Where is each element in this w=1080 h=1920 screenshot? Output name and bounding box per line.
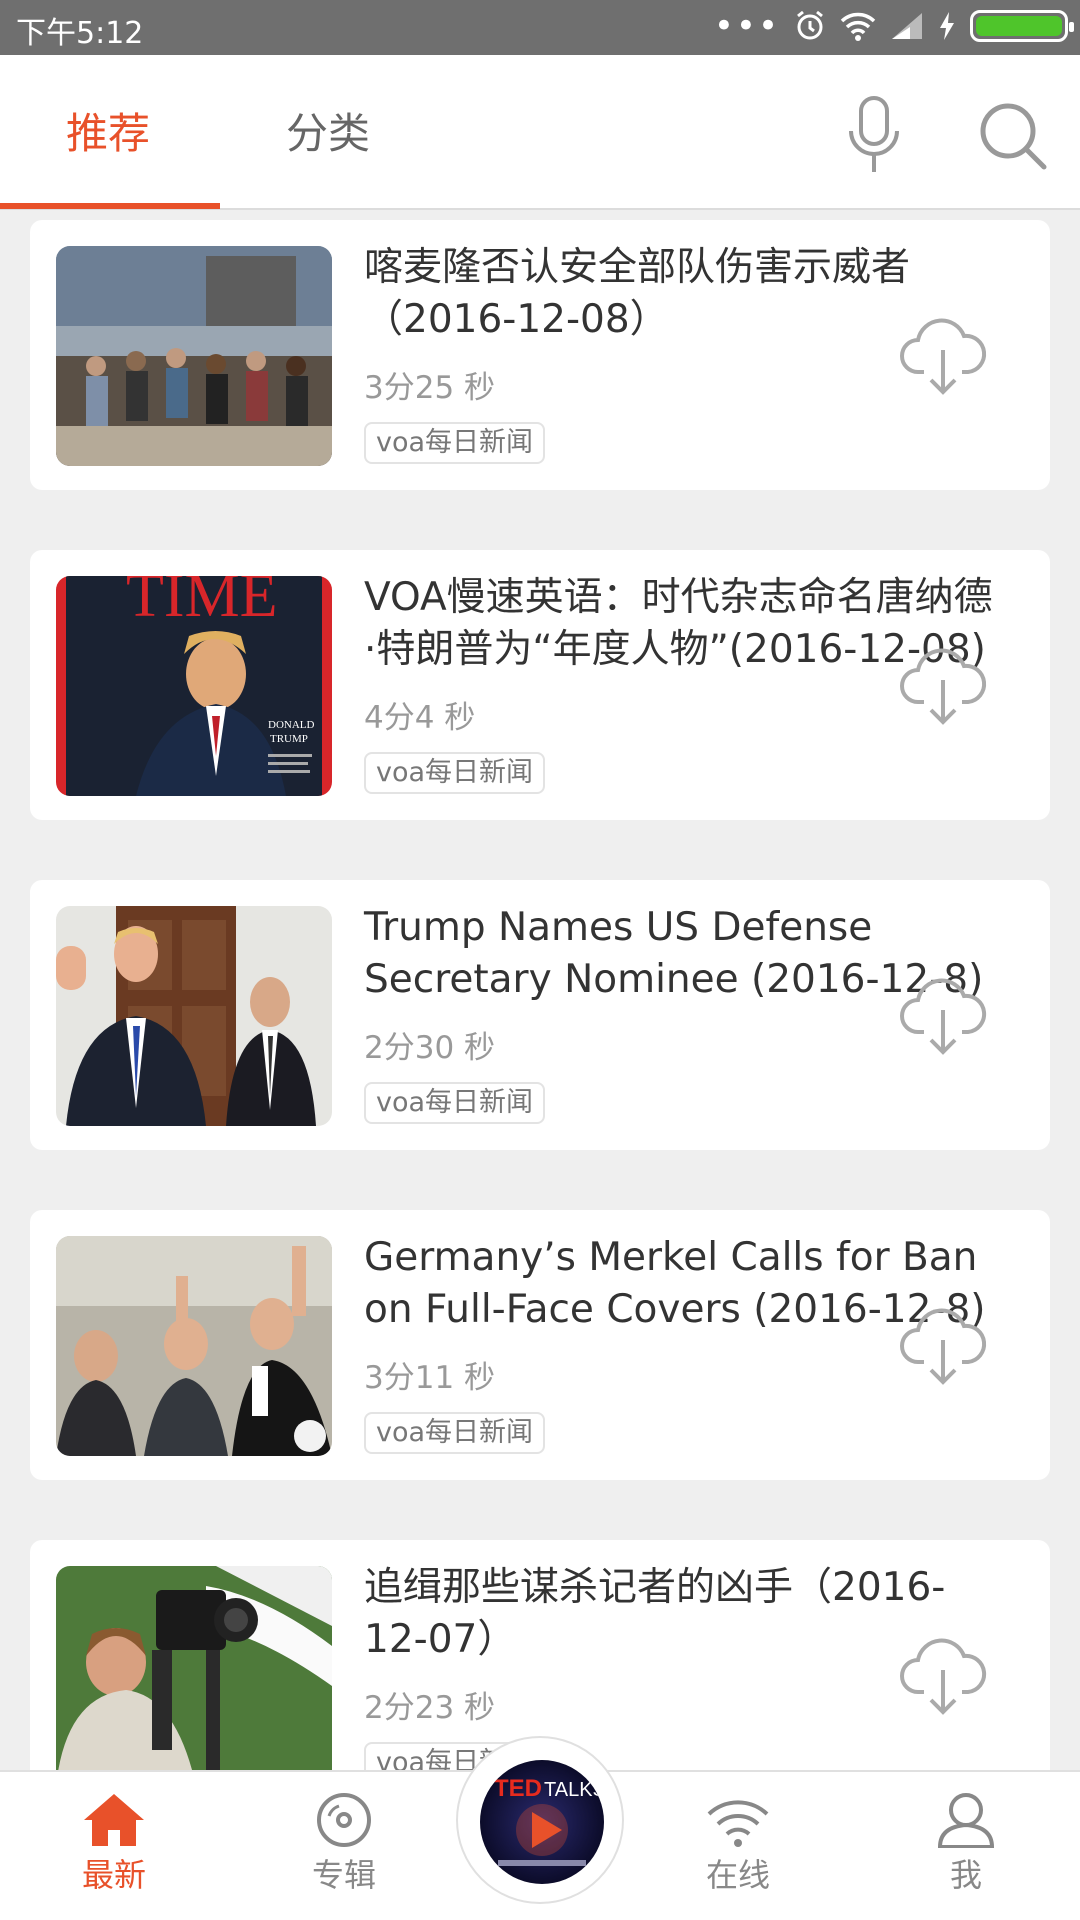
cloud-download-icon[interactable] xyxy=(898,314,988,396)
wifi-broadcast-icon xyxy=(707,1800,769,1847)
talks-logo-text: TALKS xyxy=(544,1779,604,1801)
article-duration: 4分4 秒 xyxy=(364,700,476,736)
user-icon xyxy=(937,1793,995,1848)
nav-album-label: 专辑 xyxy=(311,1856,376,1894)
article-thumbnail xyxy=(56,246,332,466)
list-item[interactable]: TIME DONALD TRUMP VOA慢速英语：时代杂志命名唐纳德·特朗普为… xyxy=(30,550,1050,820)
home-icon xyxy=(84,1794,144,1846)
nav-latest-label: 最新 xyxy=(81,1856,146,1894)
alarm-icon xyxy=(797,10,823,40)
notification-dots: ••• xyxy=(713,6,780,46)
tab-category[interactable]: 分类 xyxy=(286,100,370,161)
cloud-download-icon[interactable] xyxy=(898,1634,988,1716)
article-tag[interactable]: voa每日新闻 xyxy=(364,1412,546,1454)
article-thumbnail xyxy=(56,906,332,1126)
top-tab-bar: 推荐 分类 xyxy=(0,55,1080,210)
cloud-download-icon[interactable] xyxy=(898,644,988,726)
signal-icon xyxy=(892,13,922,39)
article-thumbnail: TIME DONALD TRUMP xyxy=(56,576,332,796)
ted-logo-text: TED xyxy=(494,1775,542,1802)
microphone-icon[interactable] xyxy=(846,95,902,175)
battery-icon xyxy=(970,10,1074,42)
tab-recommend[interactable]: 推荐 xyxy=(66,100,150,161)
battery-fill xyxy=(976,16,1062,36)
nav-latest[interactable]: 最新 xyxy=(54,1792,174,1896)
active-tab-indicator xyxy=(0,203,220,209)
status-time: 下午5:12 xyxy=(16,16,144,51)
nav-online-label: 在线 xyxy=(705,1856,770,1894)
article-duration: 3分25 秒 xyxy=(364,370,496,406)
nav-album[interactable]: 专辑 xyxy=(284,1792,404,1896)
article-thumbnail xyxy=(56,1566,332,1770)
article-duration: 3分11 秒 xyxy=(364,1360,496,1396)
article-duration: 2分23 秒 xyxy=(364,1690,496,1726)
article-duration: 2分30 秒 xyxy=(364,1030,496,1066)
cover-name-last: TRUMP xyxy=(270,733,308,745)
article-list[interactable]: 喀麦隆否认安全部队伤害示威者（2016-12-08） 3分25 秒 voa每日新… xyxy=(0,210,1080,1770)
wifi-icon xyxy=(840,12,876,41)
search-icon[interactable] xyxy=(978,101,1048,171)
status-icons: ••• xyxy=(713,6,1074,46)
disc-icon xyxy=(317,1793,371,1847)
ted-player-button[interactable]: TED TALKS xyxy=(456,1736,624,1904)
nav-online[interactable]: 在线 xyxy=(678,1792,798,1896)
cloud-download-icon[interactable] xyxy=(898,1304,988,1386)
list-item[interactable]: Trump Names US Defense Secretary Nominee… xyxy=(30,880,1050,1150)
status-bar: 下午5:12 ••• xyxy=(0,0,1080,55)
article-tag[interactable]: voa每日新闻 xyxy=(364,1082,546,1124)
cover-name-first: DONALD xyxy=(268,719,314,731)
article-tag[interactable]: voa每日新闻 xyxy=(364,752,546,794)
magazine-logo-text: TIME xyxy=(126,576,278,630)
ted-talks-logo: TED TALKS xyxy=(480,1760,604,1884)
article-thumbnail xyxy=(56,1236,332,1456)
nav-me-label: 我 xyxy=(949,1856,982,1894)
article-tag[interactable]: voa每日新闻 xyxy=(364,422,546,464)
nav-me[interactable]: 我 xyxy=(906,1792,1026,1896)
cloud-download-icon[interactable] xyxy=(898,974,988,1056)
list-item[interactable]: 喀麦隆否认安全部队伤害示威者（2016-12-08） 3分25 秒 voa每日新… xyxy=(30,220,1050,490)
charging-icon xyxy=(940,12,954,40)
list-item[interactable]: Germany’s Merkel Calls for Ban on Full-F… xyxy=(30,1210,1050,1480)
